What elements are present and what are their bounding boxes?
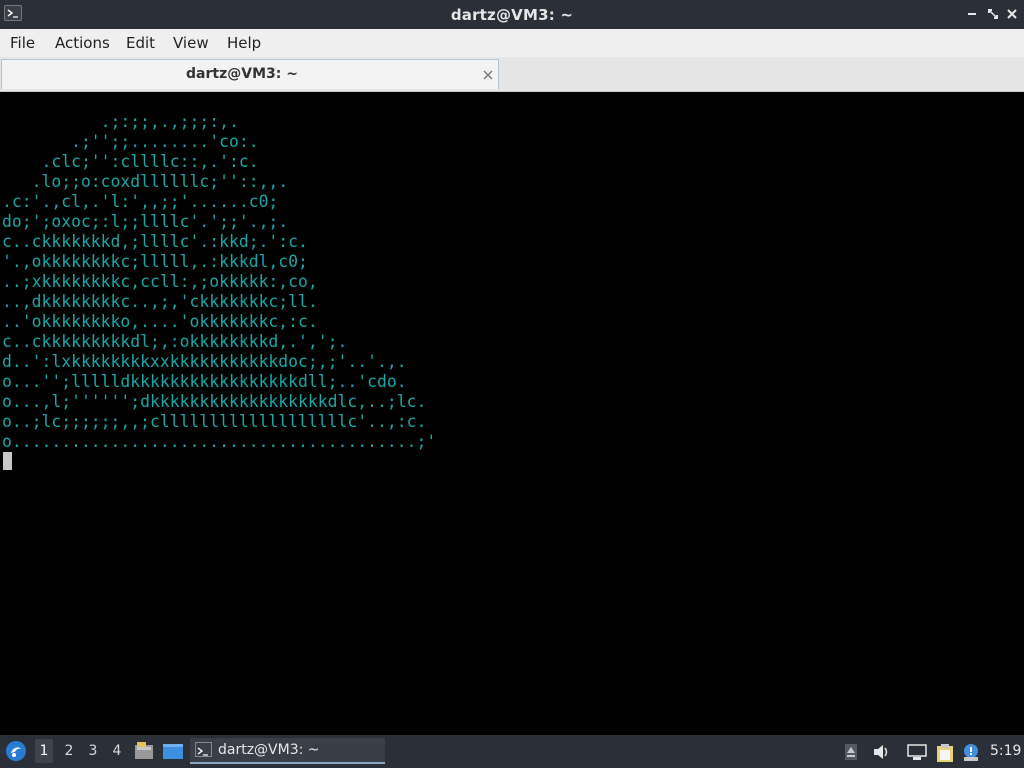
menu-file[interactable]: File (10, 34, 35, 52)
window-titlebar: dartz@VM3: ~ (0, 0, 1024, 29)
terminal-line: ..;xkkkkkkkkc,ccll:,;okkkkk:,co, (2, 272, 318, 291)
menu-bar: File Actions Edit View Help (0, 29, 1024, 58)
terminal-line: o...'';llllldkkkkkkkkkkkkkkkkkdll;..'cdo… (2, 372, 407, 391)
tab-terminal[interactable]: dartz@VM3: ~ (1, 59, 499, 89)
terminal-line: ..,dkkkkkkkkc..,;,'ckkkkkkkc;ll. (2, 292, 318, 311)
tab-close-icon[interactable] (482, 66, 494, 80)
close-icon[interactable] (1004, 6, 1020, 22)
tray-up-icon[interactable] (844, 743, 858, 765)
workspace-4[interactable]: 4 (108, 743, 126, 759)
menu-view[interactable]: View (173, 34, 209, 52)
window-title: dartz@VM3: ~ (450, 6, 574, 24)
workspace-1[interactable]: 1 (35, 739, 53, 763)
terminal-line: c..ckkkkkkkkkdl;,:okkkkkkkkd,.',';. (2, 332, 348, 351)
terminal-task-icon (195, 742, 212, 757)
terminal-line: o..;lc;;;;;;,,;clllllllllllllllllllc'..,… (2, 412, 427, 431)
terminal-line: o.......................................… (2, 432, 437, 451)
notification-icon[interactable] (961, 743, 981, 767)
terminal-line: .clc;'':cllllc::,.':c. (2, 152, 259, 171)
terminal-line: '.,okkkkkkkkc;lllll,.:kkkdl,c0; (2, 252, 308, 271)
restore-icon[interactable] (985, 6, 1001, 22)
task-label: dartz@VM3: ~ (218, 742, 320, 758)
menu-actions[interactable]: Actions (55, 34, 110, 52)
terminal-line: do;';oxoc;:l;;llllc'.';;'.,;. (2, 212, 289, 231)
terminal-line: ..'okkkkkkkko,....'okkkkkkkc,:c. (2, 312, 318, 331)
terminal-line: o...,l;'''''';dkkkkkkkkkkkkkkkkkkdlc,..;… (2, 392, 427, 411)
menu-help[interactable]: Help (227, 34, 261, 52)
show-desktop-icon[interactable] (162, 741, 184, 765)
terminal-line: .;:;;,.,;;;:,. (2, 112, 239, 131)
tab-bar: dartz@VM3: ~ (0, 57, 1024, 92)
minimize-icon[interactable] (964, 6, 980, 22)
task-terminal[interactable]: dartz@VM3: ~ (190, 738, 385, 764)
terminal-line: .lo;;o:coxdllllllc;''::,,. (2, 172, 289, 191)
tab-label: dartz@VM3: ~ (186, 66, 298, 82)
workspace-2[interactable]: 2 (60, 743, 78, 759)
terminal-line: d..':lxkkkkkkkkxxkkkkkkkkkkkdoc;,;'..'.,… (2, 352, 407, 371)
workspace-3[interactable]: 3 (84, 743, 102, 759)
clock: 5:19 (990, 743, 1022, 759)
volume-icon[interactable] (872, 743, 890, 765)
taskbar: 1 2 3 4 dartz@VM3: ~ 5:19 (0, 735, 1024, 768)
terminal-line: .;'';;........'co:. (2, 132, 259, 151)
terminal-output[interactable]: .;:;;,.,;;;:,. .;'';;........'co:. .clc;… (2, 92, 1022, 734)
file-manager-icon[interactable] (134, 741, 154, 765)
clipboard-icon[interactable] (935, 743, 955, 767)
terminal-line: c..ckkkkkkkd,;llllc'.:kkd;.':c. (2, 232, 308, 251)
start-menu-icon[interactable] (5, 740, 27, 762)
terminal-cursor (3, 452, 12, 470)
terminal-line: .c:'.,cl,.'l:',,;;'......c0; (2, 192, 279, 211)
menu-edit[interactable]: Edit (126, 34, 155, 52)
network-icon[interactable] (907, 743, 927, 765)
